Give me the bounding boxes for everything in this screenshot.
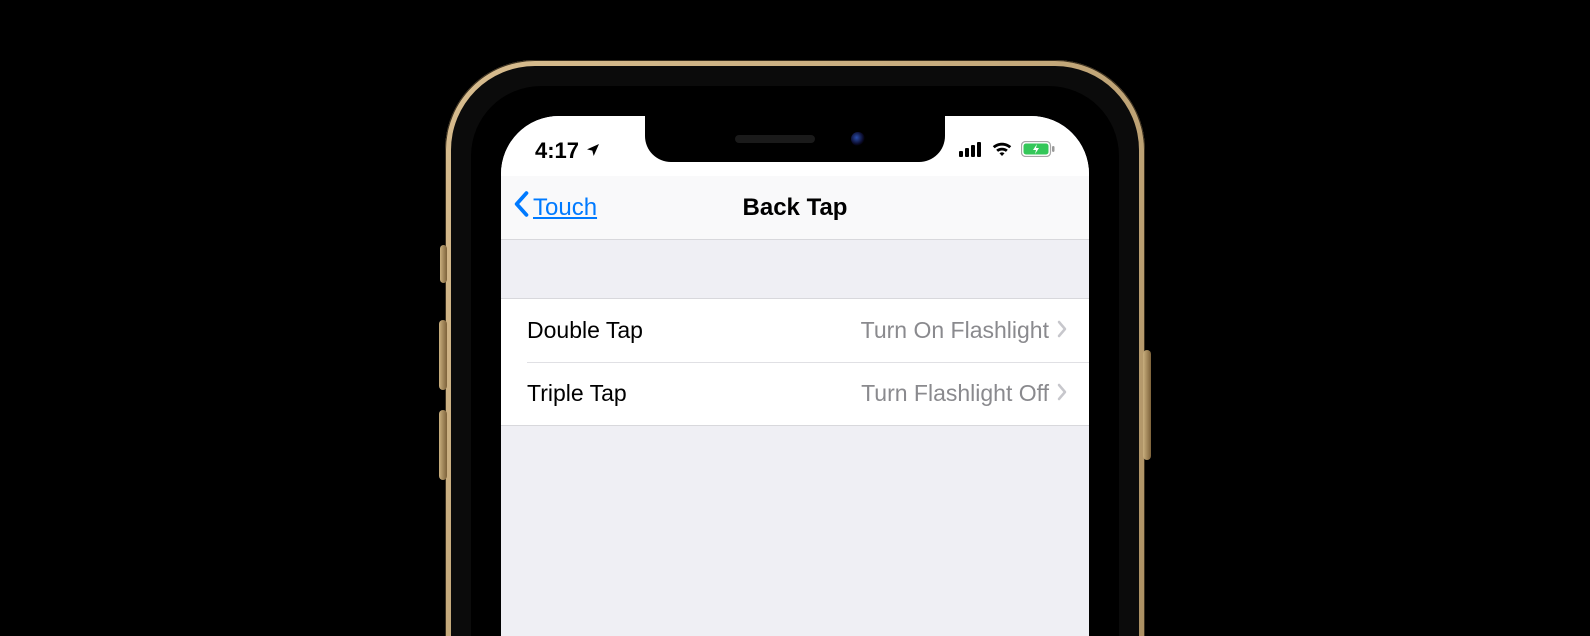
settings-table: Double Tap Turn On Flashlight Triple Tap…	[501, 240, 1089, 636]
row-double-tap[interactable]: Double Tap Turn On Flashlight	[501, 298, 1089, 362]
cellular-signal-icon	[959, 141, 983, 162]
back-label: Touch	[533, 194, 597, 222]
stage: 4:17	[0, 0, 1590, 636]
front-camera	[851, 132, 865, 146]
chevron-left-icon	[513, 191, 529, 224]
section-header-gap	[501, 240, 1089, 298]
row-label: Double Tap	[527, 317, 861, 344]
volume-up-button[interactable]	[439, 320, 447, 390]
battery-charging-icon	[1021, 141, 1055, 162]
status-time: 4:17	[535, 138, 579, 164]
back-button[interactable]: Touch	[513, 176, 597, 239]
phone-inner: 4:17	[451, 66, 1139, 636]
row-detail: Turn On Flashlight	[861, 317, 1049, 344]
chevron-right-icon	[1057, 317, 1067, 344]
chevron-right-icon	[1057, 380, 1067, 407]
earpiece-speaker	[735, 135, 815, 143]
notch	[645, 116, 945, 162]
bezel: 4:17	[471, 86, 1119, 636]
volume-down-button[interactable]	[439, 410, 447, 480]
screen: 4:17	[501, 116, 1089, 636]
status-right	[959, 131, 1055, 162]
row-detail: Turn Flashlight Off	[861, 380, 1049, 407]
location-arrow-icon	[585, 138, 601, 164]
side-button[interactable]	[1143, 350, 1151, 460]
phone-frame: 4:17	[445, 60, 1145, 636]
row-label: Triple Tap	[527, 380, 861, 407]
page-title: Back Tap	[743, 194, 848, 222]
navigation-bar: Touch Back Tap	[501, 176, 1089, 240]
mute-switch[interactable]	[440, 245, 447, 283]
wifi-icon	[991, 141, 1013, 162]
row-triple-tap[interactable]: Triple Tap Turn Flashlight Off	[501, 362, 1089, 426]
status-left: 4:17	[535, 128, 601, 164]
